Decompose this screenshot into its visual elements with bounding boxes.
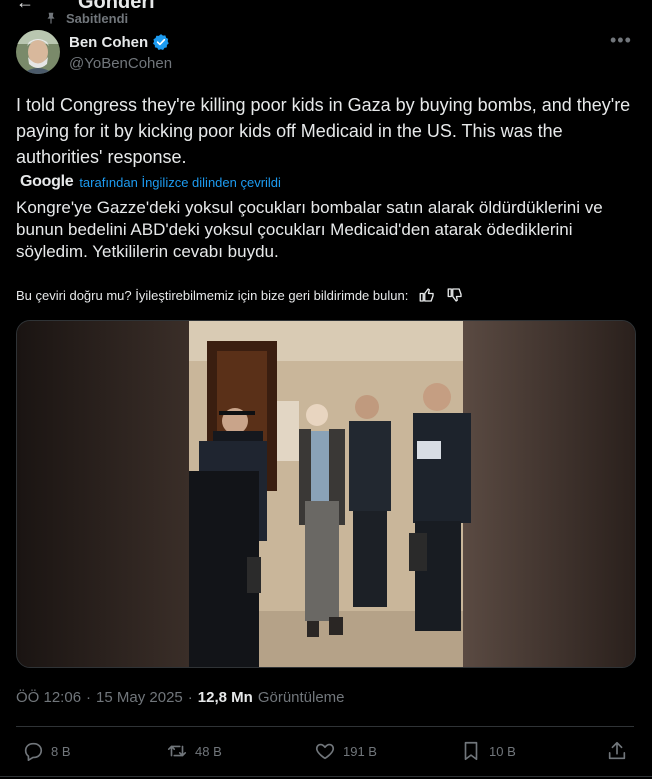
author-handle[interactable]: @YoBenCohen — [69, 55, 172, 72]
tweet-video[interactable] — [16, 320, 636, 668]
meta-separator: · — [187, 689, 193, 706]
author-name-row[interactable]: Ben Cohen — [69, 33, 170, 51]
translation-attribution: Google tarafından İngilizce dilinden çev… — [20, 173, 281, 191]
translation-note-link[interactable]: tarafından İngilizce dilinden çevrildi — [79, 175, 281, 190]
bookmark-count: 10 B — [489, 743, 516, 759]
tweet-text: I told Congress they're killing poor kid… — [16, 95, 631, 167]
verified-badge-icon — [153, 34, 169, 50]
meta-separator: · — [86, 689, 92, 706]
pinned-label: Sabitlendi — [66, 10, 129, 26]
reply-count: 8 B — [51, 743, 71, 759]
divider — [16, 726, 634, 727]
share-icon — [608, 741, 626, 760]
video-frame — [17, 321, 635, 667]
like-icon — [315, 743, 335, 760]
more-icon[interactable]: ••• — [610, 30, 632, 51]
avatar-image — [16, 30, 60, 74]
author-display-name[interactable]: Ben Cohen — [69, 34, 148, 51]
views-label: Görüntüleme — [257, 689, 345, 706]
tweet-meta: ÖÖ 12:06 · 15 May 2025 · 12,8 Mn Görüntü… — [16, 689, 345, 706]
google-logo: Google — [20, 173, 74, 190]
reply-icon — [24, 742, 43, 761]
bookmark-button[interactable]: 10 B — [460, 740, 516, 762]
tweet-date[interactable]: 15 May 2025 — [96, 689, 183, 706]
translation-feedback: Bu çeviri doğru mu? İyileştirebilmemiz i… — [16, 286, 464, 304]
thumbs-up-icon[interactable] — [418, 286, 436, 304]
like-button[interactable]: 191 B — [314, 740, 377, 762]
reply-button[interactable]: 8 B — [22, 740, 71, 762]
retweet-icon — [167, 745, 187, 757]
back-arrow-icon[interactable]: ← — [16, 0, 34, 13]
tweet-time[interactable]: ÖÖ 12:06 — [16, 689, 81, 706]
bookmark-icon — [464, 741, 478, 761]
pinned-indicator: Sabitlendi — [44, 10, 128, 26]
retweet-count: 48 B — [195, 743, 222, 759]
translated-text: Kongre'ye Gazze'deki yoksul çocukları bo… — [16, 198, 603, 261]
thumbs-down-icon[interactable] — [446, 286, 464, 304]
retweet-button[interactable]: 48 B — [166, 740, 222, 762]
views-count: 12,8 Mn — [197, 689, 253, 706]
feedback-prompt: Bu çeviri doğru mu? İyileştirebilmemiz i… — [16, 287, 409, 303]
bottom-divider — [0, 776, 652, 777]
like-count: 191 B — [343, 743, 377, 759]
share-button[interactable] — [606, 740, 628, 762]
avatar[interactable] — [16, 30, 60, 74]
pin-icon — [47, 12, 55, 24]
